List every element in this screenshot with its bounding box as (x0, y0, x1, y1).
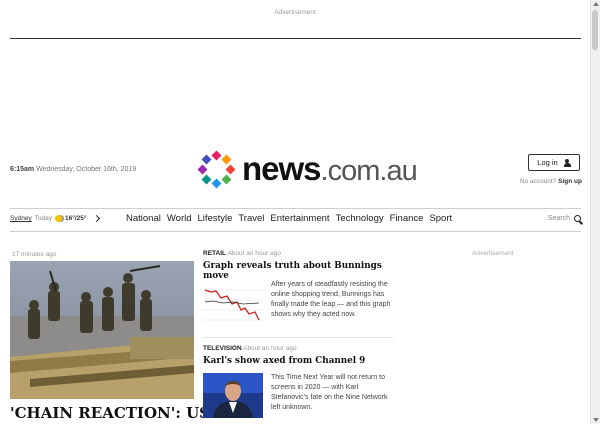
presenter-photo (203, 373, 263, 418)
weather-city[interactable]: Sydney (10, 215, 32, 222)
story-divider (203, 337, 393, 338)
logo-dot (225, 164, 236, 175)
logo-dot (201, 154, 212, 165)
weather-today-label: Today (34, 215, 53, 222)
chevron-right-icon[interactable] (92, 214, 100, 223)
story-kicker: RETAIL About an hour ago (203, 250, 281, 257)
lead-story-time: 17 minutes ago (12, 251, 57, 258)
story-kicker: TELEVISION About an hour ago (203, 345, 297, 352)
scroll-down-arrow-icon[interactable] (593, 418, 599, 422)
page: Advertisement 6:15am Wednesday, October … (0, 0, 590, 424)
no-account-prompt: No account? Sign up (519, 178, 582, 185)
weather-temps: 16°/25° (65, 215, 87, 222)
main-nav: Sydney Today 16°/25° National World Life… (10, 208, 581, 232)
logo-dot (201, 174, 212, 185)
lead-story-title[interactable]: 'CHAIN REACTION': US (10, 404, 210, 422)
sidebar-advertisement-label: Advertisement (472, 250, 514, 257)
partly-sunny-icon (55, 215, 63, 222)
story-title[interactable]: Karl's show axed from Channel 9 (203, 356, 393, 366)
story-summary: This Time Next Year will not return to s… (271, 374, 388, 411)
vertical-scrollbar[interactable] (590, 0, 600, 424)
story-thumbnail-graph[interactable] (203, 280, 263, 325)
login-button[interactable]: Log in (528, 154, 580, 171)
nav-links: National World Lifestyle Travel Entertai… (126, 213, 452, 224)
nav-link-entertainment[interactable]: Entertainment (270, 213, 329, 224)
story-title[interactable]: Graph reveals truth about Bunnings move (203, 261, 393, 281)
logo-dot (197, 164, 208, 175)
nav-link-world[interactable]: World (167, 213, 192, 224)
signup-link[interactable]: Sign up (558, 178, 582, 185)
nav-link-sport[interactable]: Sport (429, 213, 452, 224)
story-retail[interactable]: RETAIL About an hour ago Graph reveals t… (203, 250, 393, 325)
logo-dot (211, 150, 222, 161)
logo-dots-icon (196, 149, 238, 191)
scroll-thumb[interactable] (592, 10, 598, 50)
soldiers-on-tank-photo (10, 261, 194, 399)
dateline-date: Wednesday, October 16th, 2019 (36, 166, 137, 173)
advertisement-label: Advertisement (274, 9, 316, 16)
nav-link-finance[interactable]: Finance (390, 213, 424, 224)
lead-story-image[interactable] (10, 261, 194, 399)
line-graph-thumbnail (203, 280, 263, 325)
weather-widget[interactable]: Sydney Today 16°/25° (10, 214, 100, 223)
logo-dot (221, 174, 232, 185)
story-thumbnail-presenter[interactable] (203, 373, 263, 418)
story-television[interactable]: TELEVISION About an hour ago Karl's show… (203, 345, 393, 418)
header-divider (10, 38, 581, 39)
story-summary: After years of steadfastly resisting the… (271, 281, 391, 318)
search-button[interactable]: Search (548, 215, 581, 222)
login-label: Log in (537, 158, 558, 167)
nav-link-technology[interactable]: Technology (336, 213, 384, 224)
search-label: Search (547, 215, 570, 222)
nav-link-lifestyle[interactable]: Lifestyle (198, 213, 233, 224)
dateline-time: 6:15am (10, 166, 35, 173)
dateline: 6:15am Wednesday, October 16th, 2019 (10, 166, 136, 173)
logo-wordmark: news.com.au (242, 150, 418, 188)
nav-link-national[interactable]: National (126, 213, 161, 224)
logo-dot (221, 154, 232, 165)
nav-link-travel[interactable]: Travel (238, 213, 264, 224)
logo-dot (211, 178, 222, 189)
user-icon (563, 158, 571, 167)
scroll-up-arrow-icon[interactable] (593, 2, 599, 6)
search-icon (574, 215, 581, 222)
news-logo[interactable]: news.com.au (196, 149, 418, 191)
